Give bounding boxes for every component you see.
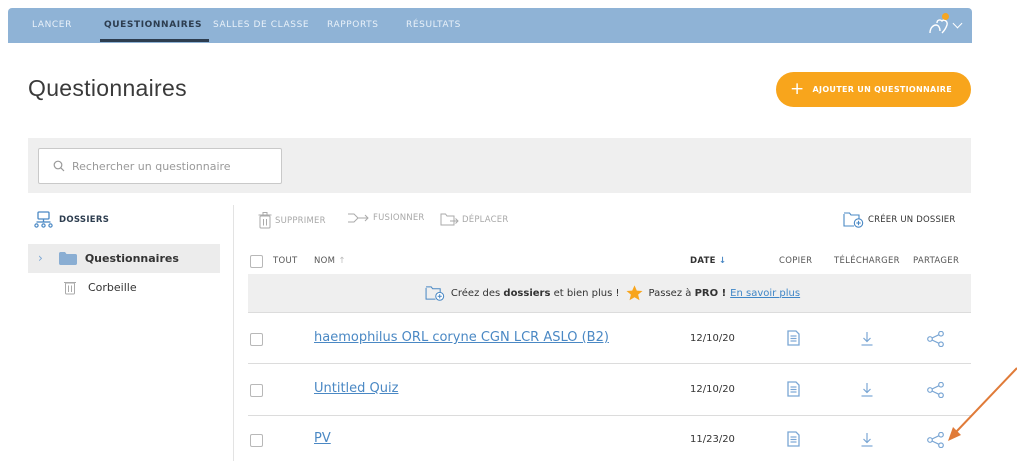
annotation-arrow-icon bbox=[948, 367, 1017, 441]
